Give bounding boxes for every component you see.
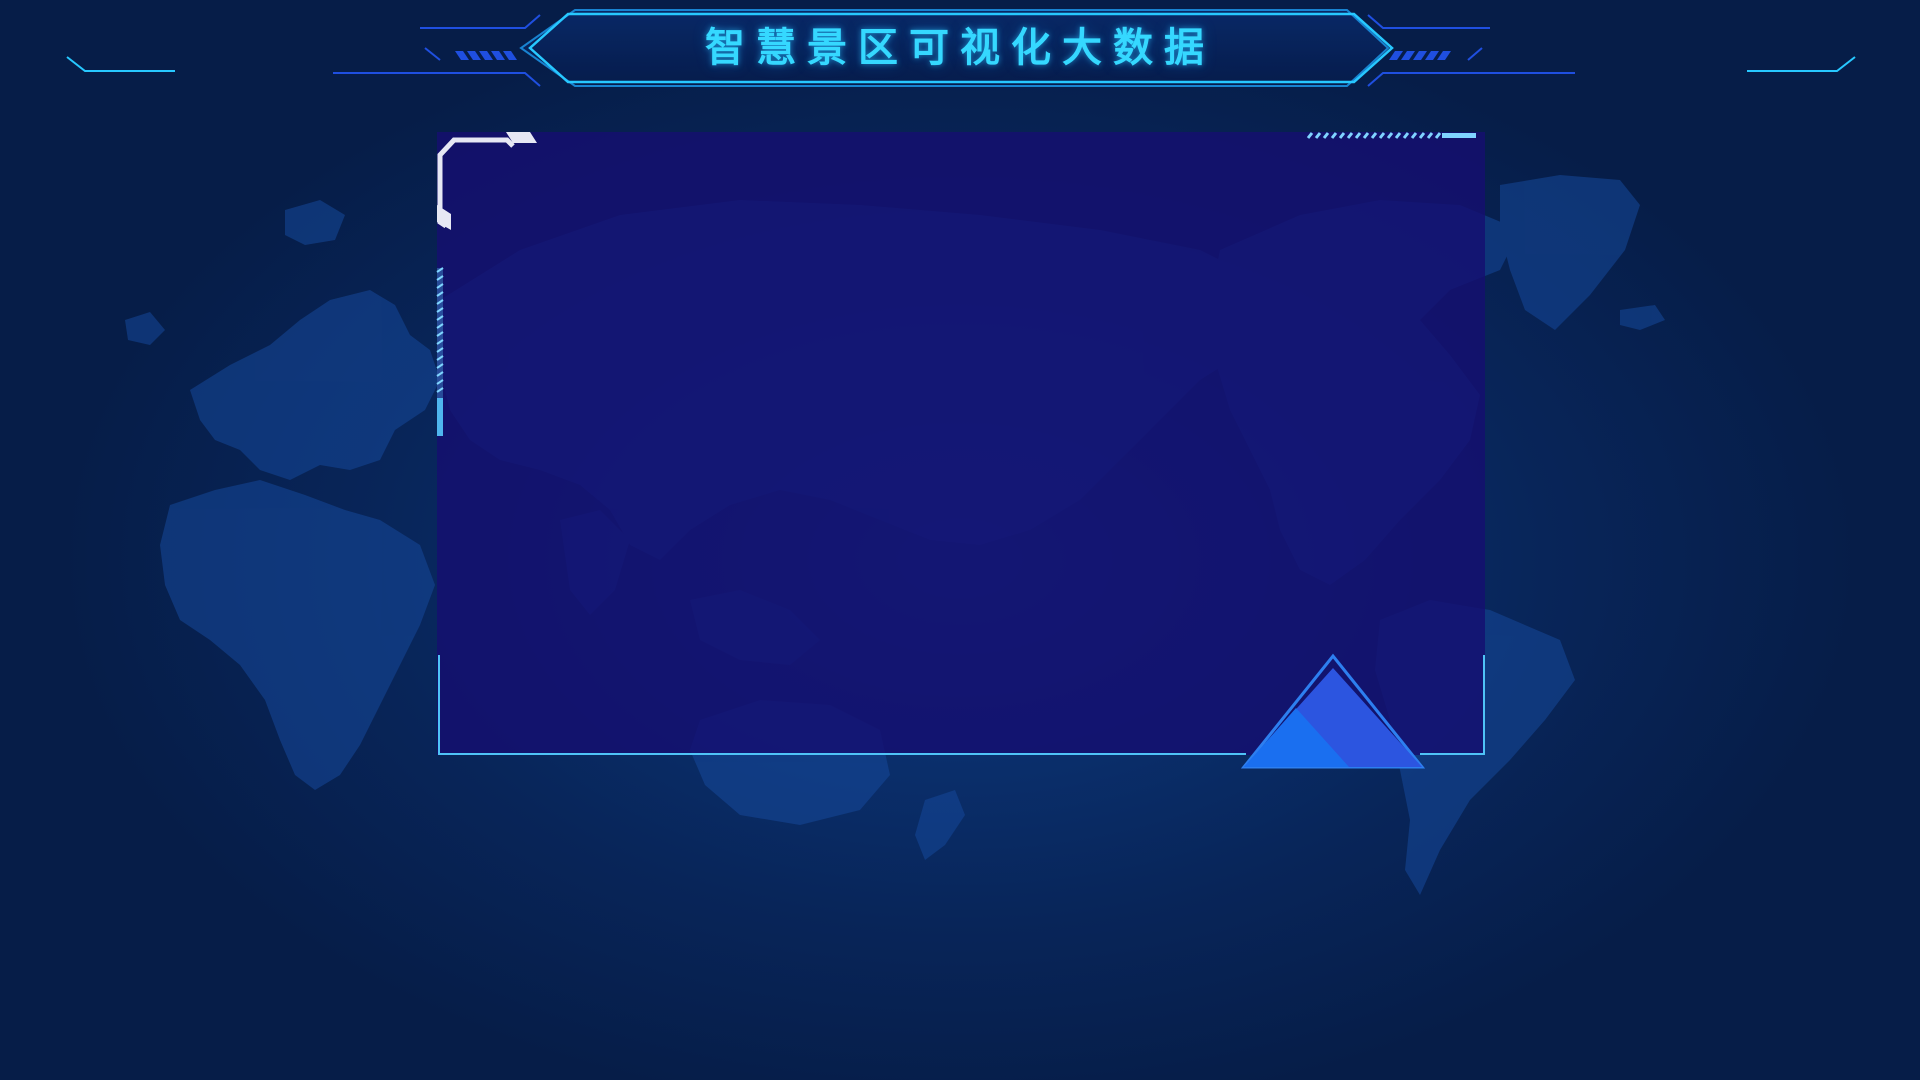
page-title: 智慧景区可视化大数据 [705,24,1215,71]
dashboard-stage: 智慧景区可视化大数据 [0,0,1920,1080]
main-panel [437,132,1485,755]
